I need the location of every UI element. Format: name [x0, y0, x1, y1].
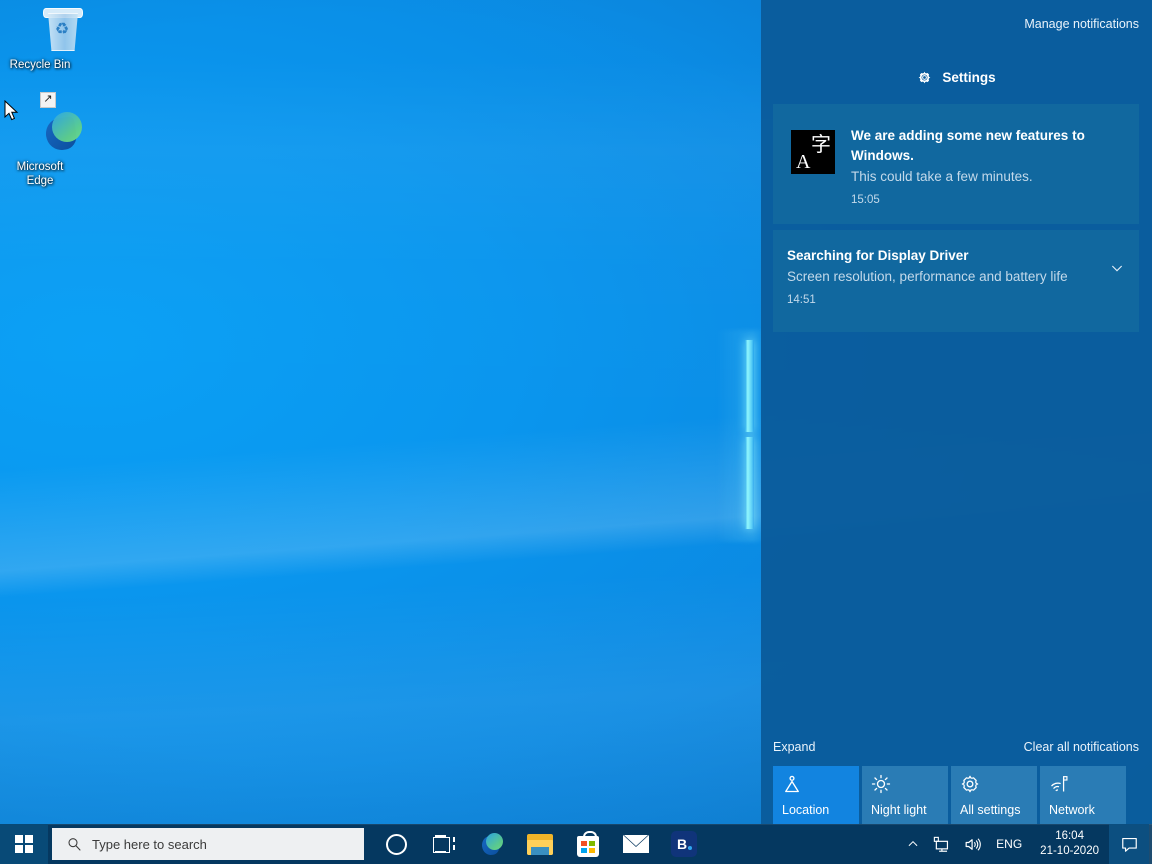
start-button[interactable]: [0, 824, 48, 864]
location-person-icon: [785, 775, 799, 793]
notification-title: We are adding some new features to Windo…: [851, 128, 1085, 163]
language-translate-icon: A 字: [791, 130, 835, 174]
action-center-bottom: Expand Clear all notifications Location: [761, 734, 1152, 824]
tray-volume-button[interactable]: [957, 824, 988, 864]
microsoft-store-icon: [576, 831, 600, 857]
network-monitor-icon: [933, 836, 949, 852]
speaker-icon: [965, 837, 981, 851]
language-icon-latin: A: [796, 151, 811, 173]
notification-title: Searching for Display Driver: [787, 248, 969, 263]
language-icon-cjk: 字: [811, 132, 831, 156]
brightness-sun-icon: [871, 774, 891, 794]
notification-time: 15:05: [851, 194, 880, 206]
quick-action-label: All settings: [960, 803, 1021, 817]
chevron-up-icon: [908, 840, 918, 847]
task-view-icon: [433, 835, 455, 853]
quick-action-label: Network: [1049, 803, 1095, 817]
quick-action-night-light[interactable]: Night light: [862, 766, 948, 824]
taskbar-item-file-explorer[interactable]: [516, 824, 564, 864]
desktop-screen: ♻ Recycle Bin ↗ Microsoft Edge Manage no…: [0, 0, 1152, 864]
taskbar: Type here to search B. ENG 16:04 21-10-2…: [0, 824, 1152, 864]
notification-group-title: Settings: [942, 70, 996, 85]
tray-date: 21-10-2020: [1040, 845, 1099, 857]
recycle-bin-icon: ♻: [2, 6, 83, 54]
windows-logo-icon: [15, 835, 33, 853]
taskbar-apps: B.: [372, 824, 708, 864]
notification-body: Screen resolution, performance and batte…: [787, 269, 1068, 284]
quick-action-location[interactable]: Location: [773, 766, 859, 824]
chevron-down-icon[interactable]: [1109, 260, 1125, 276]
taskbar-item-task-view[interactable]: [420, 824, 468, 864]
expand-link[interactable]: Expand: [773, 740, 815, 754]
desktop-icon-recycle-bin[interactable]: ♻ Recycle Bin: [2, 6, 83, 72]
taskbar-item-microsoft-store[interactable]: [564, 824, 612, 864]
manage-notifications-link[interactable]: Manage notifications: [1024, 17, 1139, 31]
notification-card[interactable]: Searching for Display Driver Screen reso…: [773, 230, 1139, 332]
tray-action-center-button[interactable]: [1109, 824, 1149, 864]
action-center-panel: Manage notifications Settings A 字 We are…: [761, 0, 1152, 824]
desktop-icon-label-line2: Edge: [26, 175, 54, 187]
tray-time: 16:04: [1055, 830, 1084, 842]
cortana-icon: [385, 833, 407, 855]
taskbar-item-cortana[interactable]: [372, 824, 420, 864]
gear-icon: [918, 71, 931, 84]
tray-language-indicator[interactable]: ENG: [988, 837, 1030, 851]
quick-action-all-settings[interactable]: All settings: [951, 766, 1037, 824]
shortcut-arrow-icon: ↗: [40, 92, 56, 108]
notification-body: This could take a few minutes.: [851, 169, 1033, 184]
search-placeholder: Type here to search: [92, 836, 207, 852]
notification-chat-icon: [1121, 837, 1137, 852]
system-tray: ENG 16:04 21-10-2020: [900, 824, 1152, 864]
quick-action-network[interactable]: Network: [1040, 766, 1126, 824]
clear-all-notifications-link[interactable]: Clear all notifications: [1024, 740, 1139, 754]
notification-card[interactable]: A 字 We are adding some new features to W…: [773, 104, 1139, 224]
notification-group-header[interactable]: Settings: [761, 70, 1152, 85]
booking-icon: B.: [671, 831, 697, 857]
desktop-icon-label: Recycle Bin: [9, 59, 71, 71]
notification-time: 14:51: [787, 294, 816, 306]
microsoft-edge-icon: [479, 831, 505, 857]
desktop-icon-label-line1: Microsoft: [16, 161, 64, 173]
search-input[interactable]: Type here to search: [52, 828, 364, 860]
mail-icon: [623, 835, 649, 853]
quick-actions-grid: Location Night light All settings Networ…: [761, 766, 1152, 824]
quick-action-label: Night light: [871, 803, 927, 817]
tray-overflow-button[interactable]: [900, 824, 926, 864]
search-icon: [68, 838, 81, 851]
taskbar-item-mail[interactable]: [612, 824, 660, 864]
gear-icon: [961, 775, 979, 793]
action-center-links: Expand Clear all notifications: [761, 734, 1152, 766]
quick-action-label: Location: [782, 803, 830, 817]
taskbar-item-booking[interactable]: B.: [660, 824, 708, 864]
tray-clock[interactable]: 16:04 21-10-2020: [1030, 829, 1109, 859]
file-explorer-icon: [527, 833, 553, 855]
arrow-cursor: [4, 100, 19, 121]
tray-network-button[interactable]: [926, 824, 957, 864]
network-wifi-icon: [1051, 776, 1068, 792]
taskbar-item-microsoft-edge[interactable]: [468, 824, 516, 864]
